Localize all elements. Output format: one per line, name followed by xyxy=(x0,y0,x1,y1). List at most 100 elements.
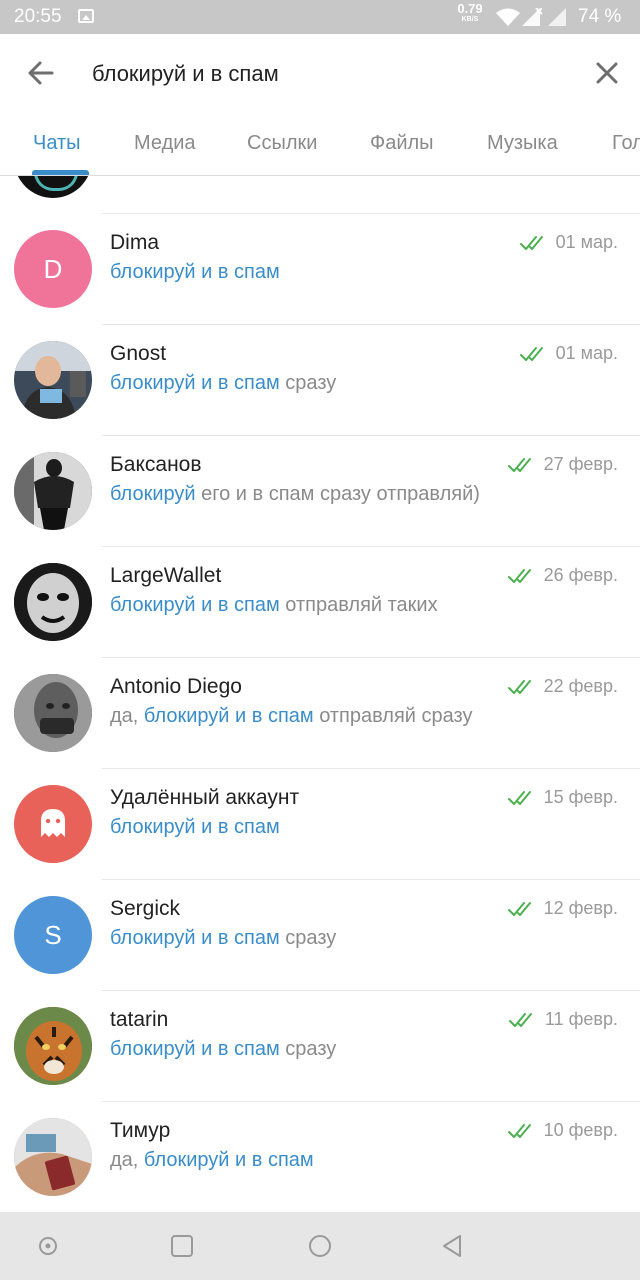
avatar[interactable] xyxy=(14,176,92,198)
chat-row-largewallet[interactable]: LargeWallet 26 февр. блокируй и в спам о… xyxy=(0,547,640,658)
message-suffix: сразу xyxy=(279,372,337,394)
message-suffix: отправляй таких xyxy=(279,594,438,616)
double-check-icon xyxy=(507,457,531,472)
assist-button-icon[interactable] xyxy=(34,1232,62,1260)
signal-secondary-icon xyxy=(548,8,566,26)
message-highlight: блокируй и в спам xyxy=(110,816,280,838)
system-navigation-bar xyxy=(0,1212,640,1280)
double-check-icon xyxy=(519,235,543,250)
chat-date: 11 февр. xyxy=(544,1009,618,1029)
chat-date: 01 мар. xyxy=(555,232,618,252)
avatar xyxy=(14,452,92,530)
avatar-letter: D xyxy=(43,254,63,284)
chat-meta: 10 февр. xyxy=(507,1120,618,1141)
photo-avatar-icon xyxy=(14,452,92,530)
chat-meta: 26 февр. xyxy=(507,565,618,586)
message-prefix: да, xyxy=(110,705,144,727)
chat-name: Antonio Diego xyxy=(110,675,242,698)
network-speed-value: 0.79 xyxy=(457,1,483,16)
avatar xyxy=(14,1007,92,1085)
search-header xyxy=(0,34,640,114)
message-highlight: блокируй и в спам xyxy=(143,1149,314,1171)
chat-row-antonio-diego[interactable]: Antonio Diego 22 февр. да, блокируй и в … xyxy=(0,658,640,769)
message-suffix: его и в спам сразу отправляй) xyxy=(195,483,480,505)
double-check-icon xyxy=(507,901,531,916)
chat-date: 27 февр. xyxy=(543,454,618,474)
battery-level: 74 % xyxy=(578,6,622,27)
chat-name: Баксанов xyxy=(110,453,202,476)
message-suffix: сразу xyxy=(279,927,337,949)
ghost-icon xyxy=(41,809,65,837)
photo-avatar-icon xyxy=(14,563,92,641)
tab-music[interactable]: Музыка xyxy=(487,132,558,155)
double-check-icon xyxy=(507,1123,531,1138)
chat-row-gnost[interactable]: Gnost 01 мар. блокируй и в спам сразу xyxy=(0,325,640,436)
chat-name: Тимур xyxy=(110,1119,171,1142)
chat-message-preview: блокируй и в спам сразу xyxy=(110,1038,336,1061)
chat-message-preview: блокируй и в спам xyxy=(110,261,280,284)
chat-row-timur[interactable]: Тимур 10 февр. да, блокируй и в спам xyxy=(0,1102,640,1212)
active-tab-indicator xyxy=(32,170,89,175)
network-speed: 0.79 KB/S xyxy=(452,1,488,25)
tab-voice[interactable]: Голосовые xyxy=(612,132,640,155)
chat-message-preview: блокируй и в спам xyxy=(110,816,280,839)
chat-date: 15 февр. xyxy=(543,787,618,807)
gallery-notification-icon xyxy=(78,9,94,23)
chat-date: 22 февр. xyxy=(543,676,618,696)
chat-date: 10 февр. xyxy=(543,1120,618,1140)
double-check-icon xyxy=(507,679,531,694)
chat-meta: 01 мар. xyxy=(519,232,618,253)
avatar-letter: S xyxy=(44,920,62,950)
photo-avatar-icon xyxy=(14,341,92,419)
chat-row-tatarin[interactable]: tatarin 11 февр. блокируй и в спам сразу xyxy=(0,991,640,1102)
tab-chats[interactable]: Чаты xyxy=(33,132,81,155)
chat-name: Sergick xyxy=(110,897,181,920)
avatar xyxy=(14,563,92,641)
chat-row-dima[interactable]: D Dima 01 мар. блокируй и в спам xyxy=(0,214,640,325)
tab-links[interactable]: Ссылки xyxy=(247,132,317,155)
status-time: 20:55 xyxy=(14,6,62,27)
message-highlight: блокируй xyxy=(110,483,196,505)
message-highlight: блокируй и в спам xyxy=(110,927,280,949)
chat-date: 01 мар. xyxy=(555,343,618,363)
back-nav-icon[interactable] xyxy=(438,1232,466,1260)
chat-date: 12 февр. xyxy=(543,898,618,918)
chat-message-preview: блокируй и в спам сразу xyxy=(110,372,336,395)
signal-icon xyxy=(522,8,542,26)
clear-search-icon[interactable] xyxy=(590,56,624,90)
chat-name: Gnost xyxy=(110,342,167,365)
chat-name: Удалённый аккаунт xyxy=(110,786,300,809)
message-highlight: блокируй и в спам xyxy=(143,705,314,727)
avatar: S xyxy=(14,896,92,974)
double-check-icon xyxy=(519,346,543,361)
message-highlight: блокируй и в спам xyxy=(110,1038,280,1060)
message-prefix: да, xyxy=(110,1149,144,1171)
back-arrow-icon[interactable] xyxy=(24,56,58,90)
chat-row-baksanov[interactable]: Баксанов 27 февр. блокируй его и в спам … xyxy=(0,436,640,547)
tab-files[interactable]: Файлы xyxy=(370,132,434,155)
status-bar: 20:55 0.79 KB/S 74 % xyxy=(0,0,640,34)
message-highlight: блокируй и в спам xyxy=(110,594,280,616)
chat-results-list[interactable]: D Dima 01 мар. блокируй и в спам Gnost 0… xyxy=(0,176,640,1212)
message-highlight: блокируй и в спам xyxy=(110,261,280,283)
avatar xyxy=(14,674,92,752)
chat-message-preview: да, блокируй и в спам xyxy=(110,1149,314,1172)
chat-meta: 22 февр. xyxy=(507,676,618,697)
chat-message-preview: блокируй и в спам отправляй таких xyxy=(110,594,438,617)
avatar xyxy=(14,341,92,419)
tab-media[interactable]: Медиа xyxy=(134,132,196,155)
photo-avatar-icon xyxy=(14,1118,92,1196)
double-check-icon xyxy=(508,1012,532,1027)
chat-message-preview: да, блокируй и в спам отправляй сразу xyxy=(110,705,473,728)
recent-apps-icon[interactable] xyxy=(168,1232,196,1260)
chat-date: 26 февр. xyxy=(543,565,618,585)
message-suffix: сразу xyxy=(279,1038,337,1060)
chat-meta: 12 февр. xyxy=(507,898,618,919)
chat-row-sergick[interactable]: S Sergick 12 февр. блокируй и в спам сра… xyxy=(0,880,640,991)
chat-meta: 15 февр. xyxy=(507,787,618,808)
double-check-icon xyxy=(507,790,531,805)
chat-row-deleted-account[interactable]: Удалённый аккаунт 15 февр. блокируй и в … xyxy=(0,769,640,880)
search-input[interactable] xyxy=(92,54,572,94)
home-icon[interactable] xyxy=(306,1232,334,1260)
chat-name: LargeWallet xyxy=(110,564,222,587)
